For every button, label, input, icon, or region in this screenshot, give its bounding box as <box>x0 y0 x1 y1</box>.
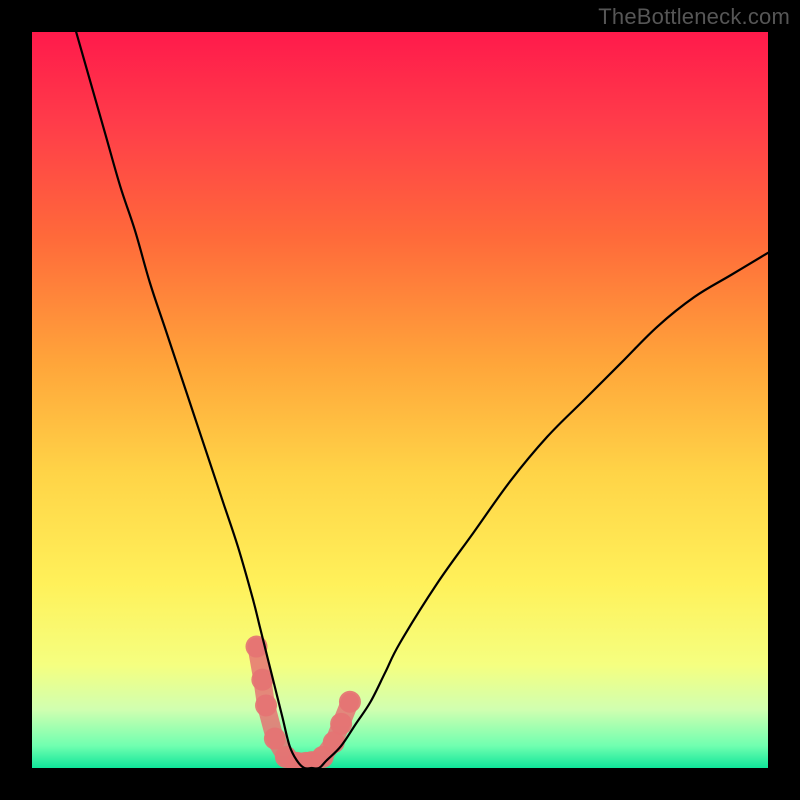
marker-dot <box>339 691 361 713</box>
chart-curves <box>32 32 768 768</box>
marker-dot <box>330 713 352 735</box>
marker-dot <box>264 728 286 750</box>
plot-area <box>32 32 768 768</box>
marker-dot <box>255 694 277 716</box>
watermark-text: TheBottleneck.com <box>598 4 790 30</box>
main-curve-path <box>76 32 768 768</box>
chart-frame: TheBottleneck.com <box>0 0 800 800</box>
